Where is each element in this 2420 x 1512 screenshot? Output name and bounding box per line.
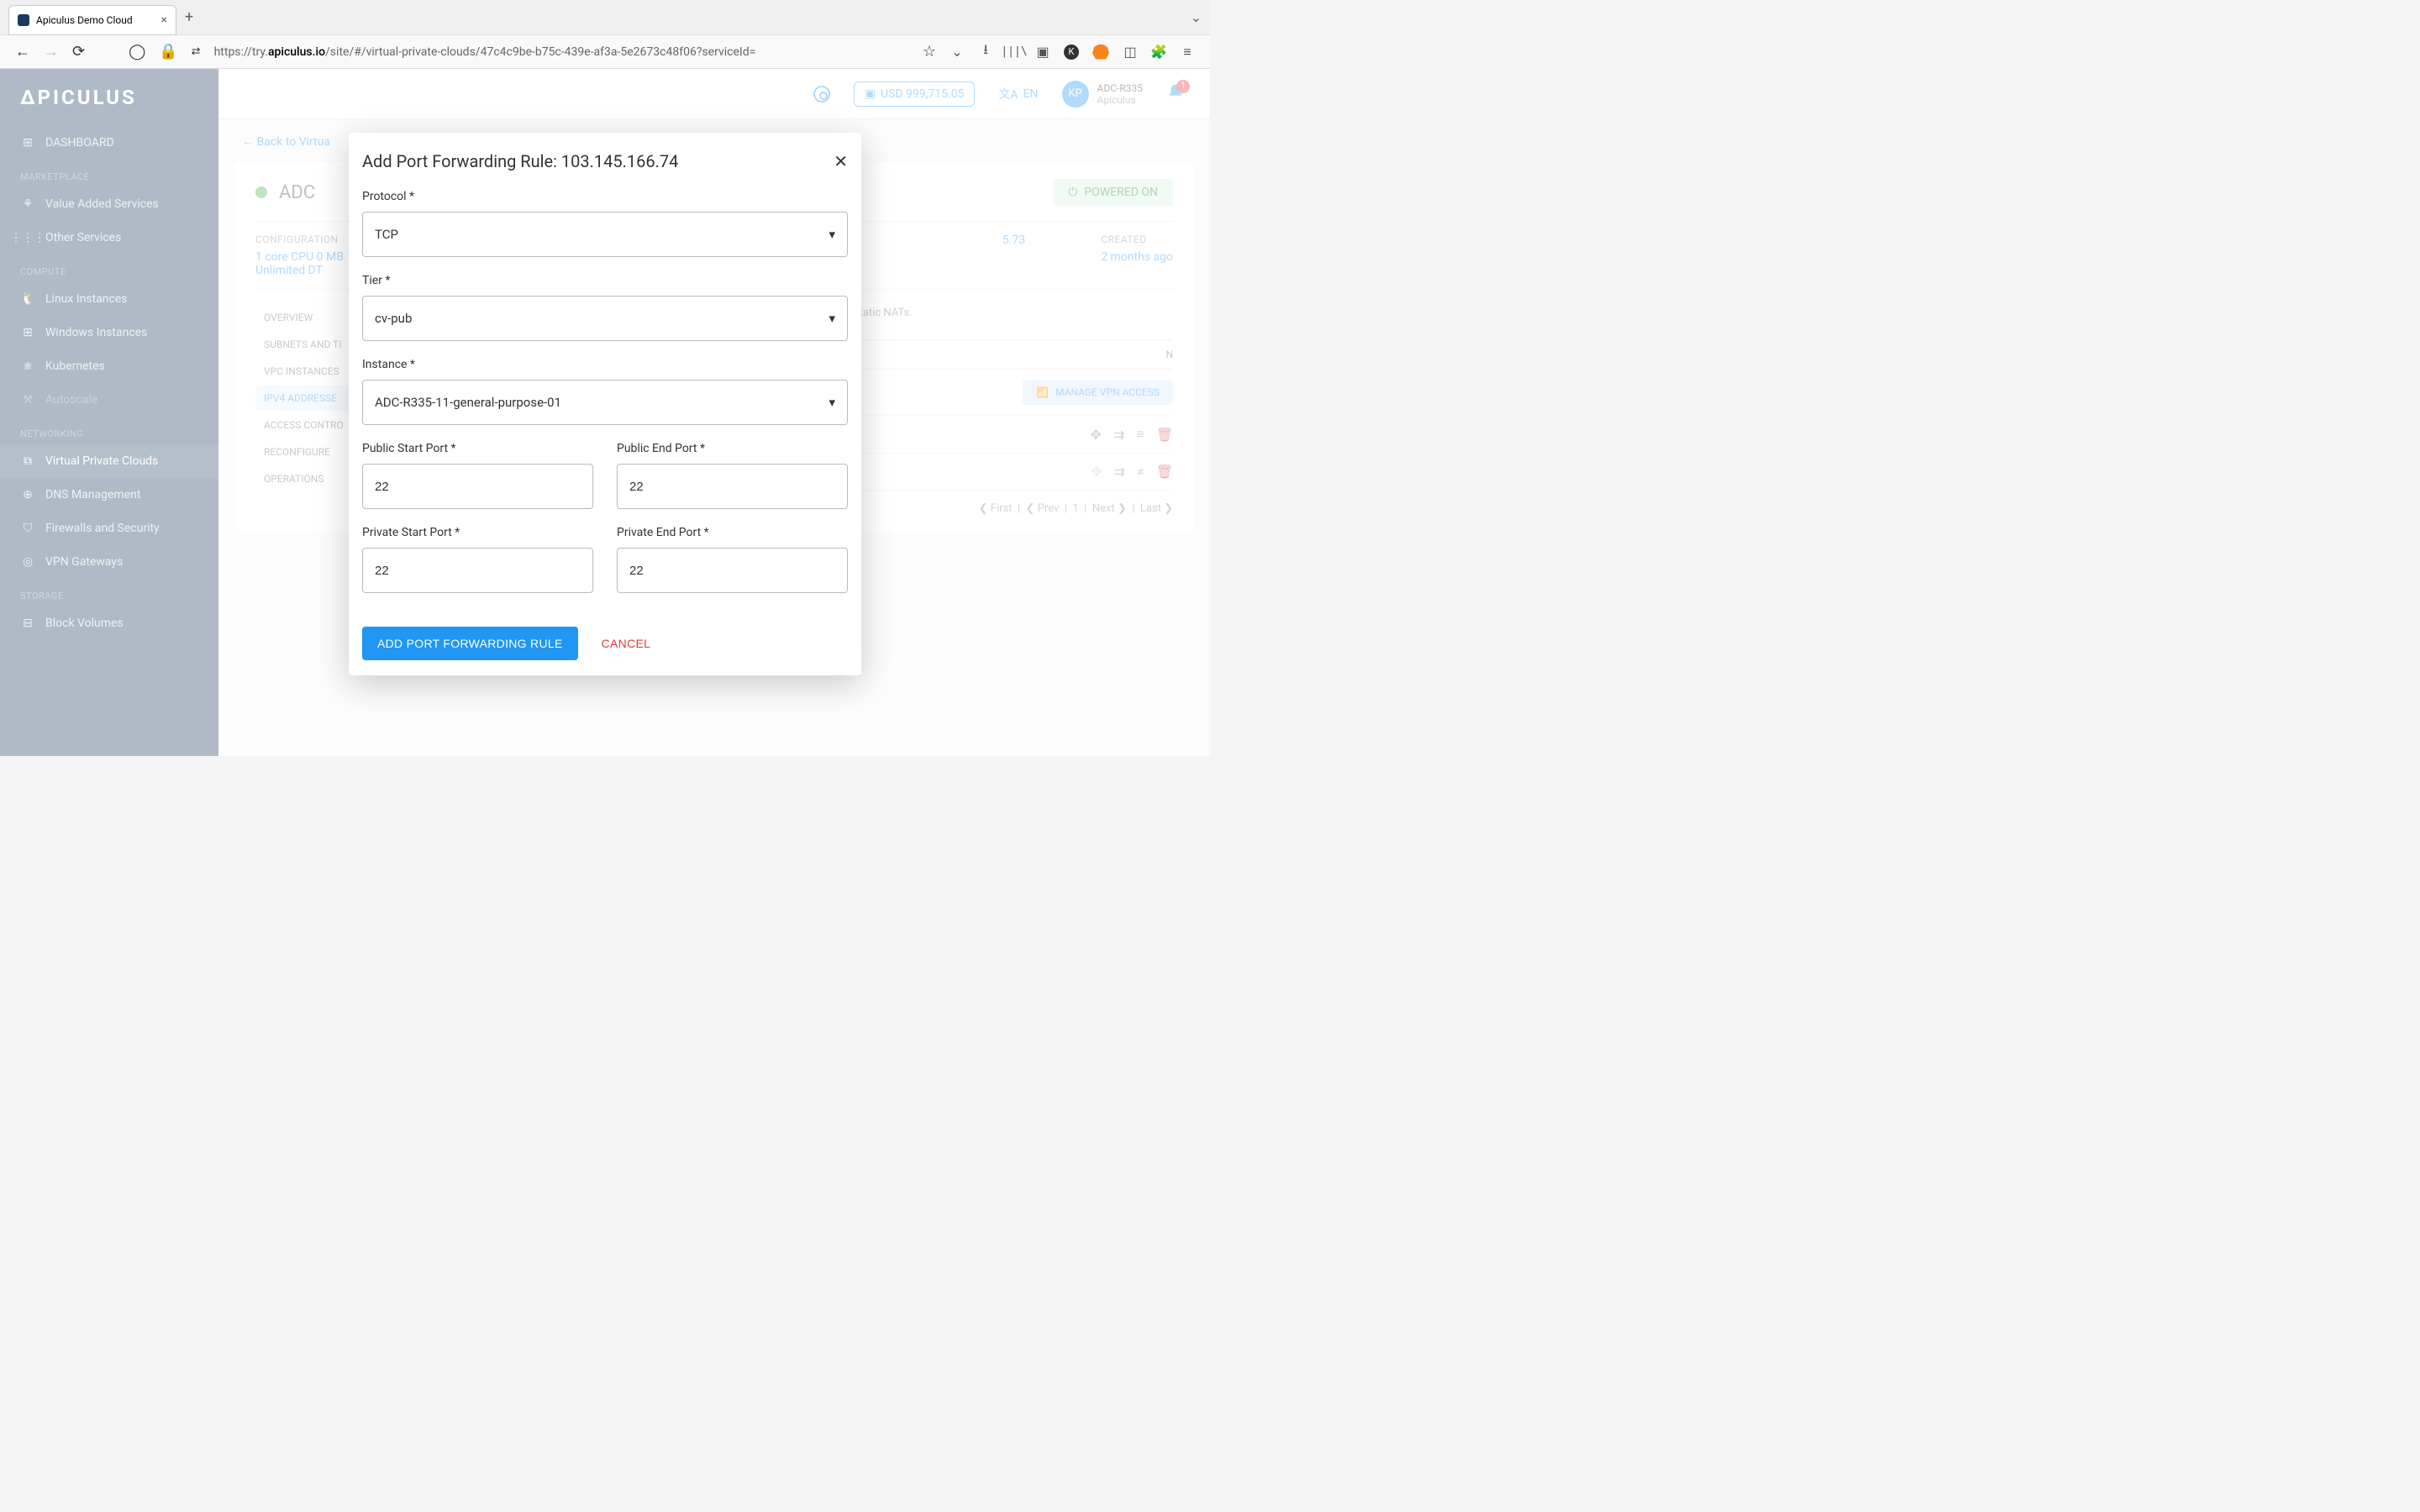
ext-icon-2[interactable]: ◫ [1123, 45, 1138, 60]
tier-group: Tier * cv-pub [362, 274, 848, 341]
browser-tab-strip: Apiculus Demo Cloud × + ⌄ [0, 0, 1210, 35]
extensions-icon[interactable]: 🧩 [1151, 45, 1166, 60]
tier-value: cv-pub [375, 311, 412, 326]
private-end-label: Private End Port * [617, 526, 848, 539]
shield-icon[interactable]: ◯ [129, 43, 145, 60]
bookmark-star-icon[interactable]: ☆ [923, 43, 936, 60]
tab-title: Apiculus Demo Cloud [36, 14, 155, 26]
browser-tab[interactable]: Apiculus Demo Cloud × [8, 5, 176, 35]
tracking-icon[interactable]: ⇄ [192, 45, 201, 58]
modal-actions: ADD PORT FORWARDING RULE CANCEL [362, 627, 848, 660]
public-start-group: Public Start Port * [362, 442, 593, 509]
instance-group: Instance * ADC-R335-11-general-purpose-0… [362, 358, 848, 425]
public-start-input[interactable] [362, 464, 593, 509]
protocol-value: TCP [375, 227, 398, 242]
private-end-group: Private End Port * [617, 526, 848, 593]
protocol-select[interactable]: TCP [362, 212, 848, 257]
close-icon[interactable]: ✕ [834, 151, 848, 171]
reload-icon[interactable]: ⟳ [72, 43, 85, 60]
browser-toolbar: ⌄ ⭳ |||\ ▣ K ◫ 🧩 ≡ [950, 45, 1195, 60]
tier-select[interactable]: cv-pub [362, 296, 848, 341]
url-bar: ← → ⟳ ◯ 🔒 ⇄ https://try.apiculus.io/site… [0, 35, 1210, 69]
new-tab-button[interactable]: + [185, 8, 193, 26]
lock-icon[interactable]: 🔒 [159, 43, 177, 60]
back-icon[interactable]: ← [15, 43, 30, 60]
cancel-button[interactable]: CANCEL [602, 637, 651, 650]
instance-select[interactable]: ADC-R335-11-general-purpose-01 [362, 380, 848, 425]
modal-header: Add Port Forwarding Rule: 103.145.166.74… [362, 151, 848, 171]
port-forwarding-modal: Add Port Forwarding Rule: 103.145.166.74… [349, 133, 861, 675]
pocket-icon[interactable]: ⌄ [950, 45, 965, 60]
protocol-label: Protocol * [362, 190, 848, 203]
public-end-input[interactable] [617, 464, 848, 509]
protocol-group: Protocol * TCP [362, 190, 848, 257]
hamburger-icon[interactable]: ≡ [1180, 45, 1195, 60]
public-end-group: Public End Port * [617, 442, 848, 509]
download-icon[interactable]: ⭳ [978, 45, 993, 60]
private-end-input[interactable] [617, 548, 848, 593]
favicon [18, 14, 29, 26]
add-rule-button[interactable]: ADD PORT FORWARDING RULE [362, 627, 578, 660]
private-start-input[interactable] [362, 548, 593, 593]
forward-icon: → [44, 43, 59, 60]
private-start-label: Private Start Port * [362, 526, 593, 539]
public-end-label: Public End Port * [617, 442, 848, 455]
metamask-icon[interactable] [1092, 45, 1109, 60]
private-start-group: Private Start Port * [362, 526, 593, 593]
public-start-label: Public Start Port * [362, 442, 593, 455]
tab-close-icon[interactable]: × [161, 13, 167, 27]
instance-label: Instance * [362, 358, 848, 371]
library-icon[interactable]: |||\ [1007, 45, 1022, 60]
ext-circle-icon[interactable]: K [1064, 45, 1079, 60]
modal-overlay[interactable]: Add Port Forwarding Rule: 103.145.166.74… [0, 69, 1210, 756]
instance-value: ADC-R335-11-general-purpose-01 [375, 395, 561, 410]
modal-title: Add Port Forwarding Rule: 103.145.166.74 [362, 151, 678, 171]
url-text[interactable]: https://try.apiculus.io/site/#/virtual-p… [214, 45, 909, 59]
tabs-dropdown-icon[interactable]: ⌄ [1191, 9, 1202, 25]
reader-icon[interactable]: ▣ [1035, 45, 1050, 60]
tier-label: Tier * [362, 274, 848, 287]
